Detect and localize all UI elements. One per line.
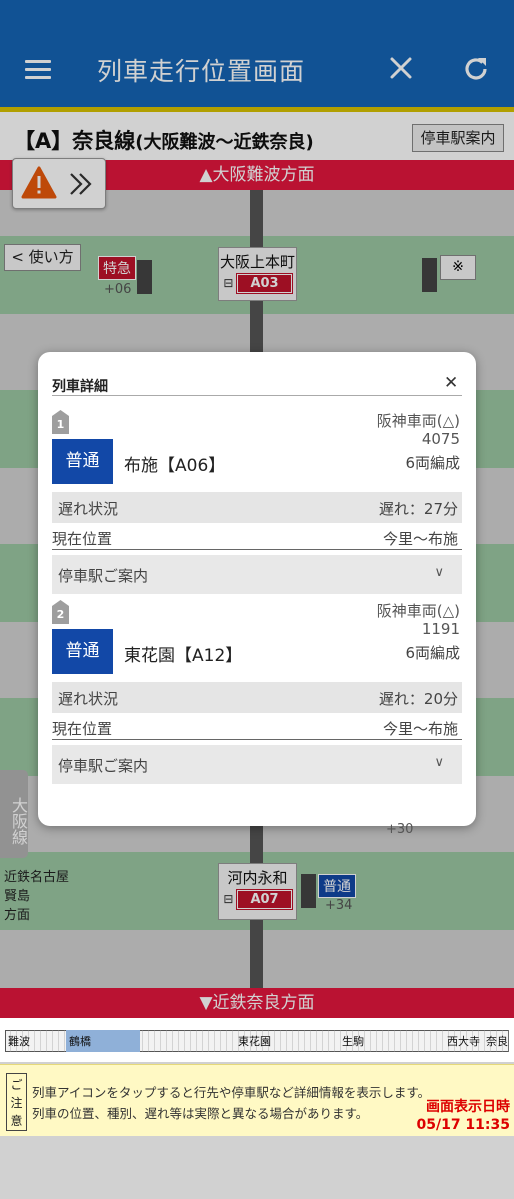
close-icon[interactable] (386, 53, 416, 83)
dialog-divider (52, 395, 462, 396)
caution-text: 列車アイコンをタップすると行先や停車駅など詳細情報を表示します。 (32, 1085, 431, 1100)
stop-info-button[interactable]: 停車駅案内 (412, 124, 504, 152)
branch-direction-note: 近鉄名古屋 賢島 方面 (4, 868, 69, 925)
bus-icon: ⊟ (223, 892, 234, 906)
line-range: (大阪難波〜近鉄奈良) (135, 132, 314, 153)
app-header: 列車走行位置画面 (0, 0, 514, 112)
train-delay: +34 (325, 898, 353, 913)
display-datetime: 画面表示日時 05/17 11:35 (416, 1098, 510, 1134)
delay-value: 遅れ：27分 (378, 500, 458, 518)
position-row: 現在位置 今里〜布施 (52, 525, 462, 550)
datetime-label: 画面表示日時 (426, 1099, 510, 1115)
bus-icon: ⊟ (223, 276, 234, 290)
position-value: 今里〜布施 (382, 530, 458, 548)
train-type: 普通 (52, 439, 113, 484)
line-title-bar: 【A】奈良線(大阪難波〜近鉄奈良) 停車駅案内 (0, 112, 514, 160)
delay-row: 遅れ状況 遅れ：20分 (52, 682, 462, 713)
stop-guide-accordion[interactable]: 停車駅ご案内 ∨ (52, 555, 462, 594)
train-number: 1 (52, 410, 69, 434)
station-name: 大阪上本町 (219, 253, 295, 271)
caution-text: 列車の位置、種別、遅れ等は実際と異なる場合があります。 (32, 1106, 369, 1121)
train-owner: 阪神車両(△) (376, 412, 460, 430)
reload-icon[interactable] (460, 53, 492, 85)
stop-guide-label: 停車駅ご案内 (58, 567, 149, 585)
train-marker[interactable] (137, 260, 152, 294)
position-label: 現在位置 (52, 530, 113, 548)
note-button[interactable]: ※ (440, 255, 476, 280)
branch-note-line: 近鉄名古屋 (4, 870, 70, 885)
train-destination: 布施【A06】 (124, 456, 226, 476)
train-cars: 6両編成 (405, 644, 460, 662)
car-number: 4075 (421, 430, 460, 448)
menu-icon[interactable] (25, 60, 51, 80)
train-delay: +06 (104, 282, 132, 297)
route-station: 鶴橋 (69, 1035, 91, 1048)
alert-toggle[interactable] (12, 158, 106, 209)
position-value: 今里〜布施 (382, 720, 458, 738)
branch-note-line: 賢島 (4, 889, 31, 904)
route-overview-strip[interactable]: 難波 鶴橋 東花園 生駒 西大寺 奈良 (0, 1018, 514, 1062)
train-delay: +30 (386, 822, 414, 837)
route-station: 東花園 (238, 1035, 271, 1048)
train-number: 2 (52, 600, 69, 624)
position-label: 現在位置 (52, 720, 113, 738)
chevron-down-icon: ∨ (434, 565, 444, 580)
station-code: A03 (236, 273, 293, 294)
station-box[interactable]: 河内永和 ⊟ A07 (218, 863, 297, 920)
delay-row: 遅れ状況 遅れ：27分 (52, 492, 462, 523)
direction-down-bar: ▼近鉄奈良方面 (0, 988, 514, 1018)
branch-note-line: 方面 (4, 908, 31, 923)
route-station: 奈良 (486, 1035, 508, 1048)
station-box[interactable]: 大阪上本町 ⊟ A03 (218, 247, 297, 301)
line-name: 奈良線 (72, 129, 136, 153)
howto-button[interactable]: < 使い方 (4, 244, 81, 271)
app-root: 列車走行位置画面 【A】奈良線(大阪難波〜近鉄奈良) 停車駅案内 ▲大阪難波方面 (0, 0, 514, 1199)
train-detail-dialog: 列車詳細 ✕ 1 阪神車両(△) 4075 普通 布施【A06】 6両編成 遅れ… (38, 352, 476, 826)
caution-panel: ご注意 列車アイコンをタップすると行先や停車駅など詳細情報を表示します。 列車の… (0, 1064, 514, 1136)
train-type-tag[interactable]: 特急 (98, 256, 136, 280)
caution-label: ご注意 (6, 1073, 27, 1131)
datetime-value: 05/17 11:35 (416, 1117, 510, 1133)
osaka-line-tab[interactable]: 大阪線 (0, 770, 28, 858)
delay-label: 遅れ状況 (58, 500, 119, 518)
stop-guide-accordion[interactable]: 停車駅ご案内 ∨ (52, 745, 462, 784)
train-type: 普通 (52, 629, 113, 674)
train-cars: 6両編成 (405, 454, 460, 472)
position-row: 現在位置 今里〜布施 (52, 715, 462, 740)
train-type-tag[interactable]: 普通 (318, 874, 356, 898)
delay-label: 遅れ状況 (58, 690, 119, 708)
route-station: 難波 (8, 1035, 30, 1048)
route-station: 西大寺 (447, 1035, 480, 1048)
train-owner: 阪神車両(△) (376, 602, 460, 620)
station-code: A07 (236, 889, 293, 910)
station-name: 河内永和 (227, 869, 288, 887)
page-title: 列車走行位置画面 (97, 57, 306, 86)
dialog-close-icon[interactable]: ✕ (444, 373, 458, 393)
line-title: 【A】奈良線(大阪難波〜近鉄奈良) (14, 125, 314, 155)
warning-icon (21, 166, 92, 199)
car-number: 1191 (421, 620, 460, 638)
delay-value: 遅れ：20分 (378, 690, 458, 708)
stop-guide-label: 停車駅ご案内 (58, 757, 149, 775)
route-station: 生駒 (342, 1035, 364, 1048)
dialog-title: 列車詳細 (52, 379, 108, 395)
chevron-down-icon: ∨ (434, 755, 444, 770)
train-marker[interactable] (422, 258, 437, 292)
line-code: 【A】 (14, 129, 73, 153)
train-destination: 東花園【A12】 (124, 646, 243, 666)
train-marker[interactable] (301, 874, 316, 908)
